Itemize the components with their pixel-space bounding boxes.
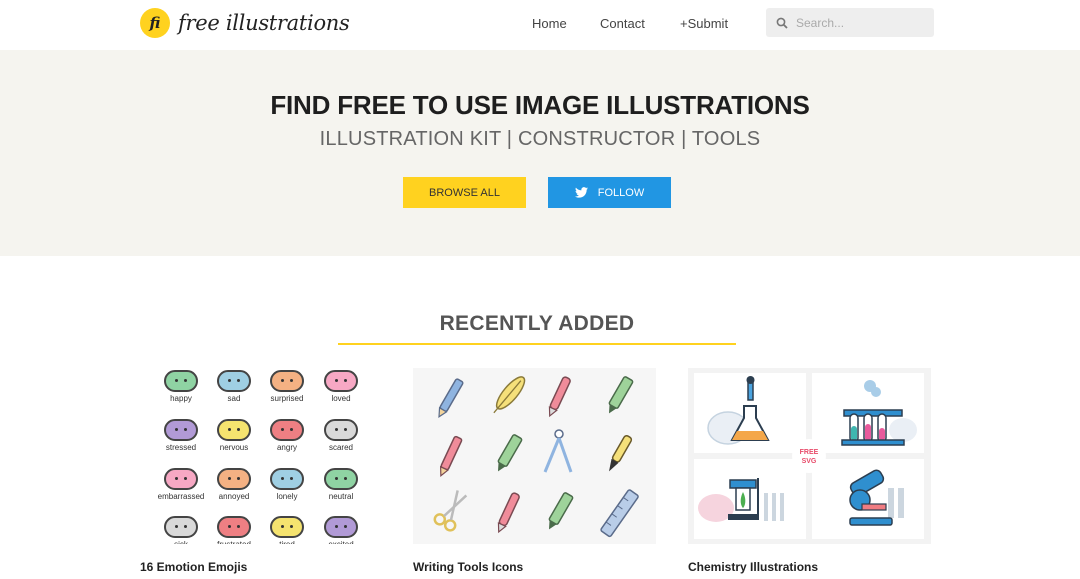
emoji-stressed: stressed bbox=[154, 419, 208, 452]
follow-label: FOLLOW bbox=[597, 186, 645, 199]
emoji-loved: loved bbox=[314, 370, 368, 403]
emoji-grid: happy sad surprised loved stressed nervous ang… bbox=[140, 368, 383, 544]
fountain-pen-icon bbox=[609, 435, 633, 472]
logo-text: free illustrations bbox=[178, 11, 350, 35]
hero-banner: FIND FREE TO USE IMAGE ILLUSTRATIONS ILL… bbox=[0, 50, 1080, 256]
emoji-face-icon bbox=[324, 516, 358, 538]
nav-contact-link[interactable]: Contact bbox=[600, 16, 645, 31]
emoji-label: excited bbox=[314, 540, 368, 544]
emoji-face-icon bbox=[324, 419, 358, 441]
emoji-label: stressed bbox=[165, 443, 197, 452]
hero-title: FIND FREE TO USE IMAGE ILLUSTRATIONS bbox=[270, 90, 810, 120]
svg-text:SVG: SVG bbox=[802, 458, 817, 465]
emoji-label: neutral bbox=[328, 492, 354, 501]
compass-icon bbox=[543, 429, 573, 473]
card-thumbnail[interactable]: FREE SVG bbox=[688, 368, 931, 544]
emoji-face-icon bbox=[270, 468, 304, 490]
feather-quill-icon bbox=[493, 376, 526, 414]
emoji-angry: angry bbox=[260, 419, 314, 452]
emoji-label: annoyed bbox=[218, 492, 250, 501]
writing-tools-illustration bbox=[433, 376, 639, 538]
logo-badge-icon: fi bbox=[140, 8, 170, 38]
emoji-label: embarrassed bbox=[157, 492, 205, 501]
emoji-face-icon bbox=[164, 468, 198, 490]
free-svg-badge: FREE SVG bbox=[792, 439, 826, 473]
emoji-face-icon bbox=[217, 370, 251, 392]
emoji-face-icon bbox=[217, 419, 251, 441]
emoji-nervous: nervous bbox=[207, 419, 261, 452]
emoji-happy: happy bbox=[154, 370, 208, 403]
emoji-frustrated: frustrated bbox=[207, 516, 261, 544]
card-writing-tools[interactable]: Writing Tools Icons bbox=[413, 368, 656, 574]
browse-all-label: BROWSE ALL bbox=[429, 186, 500, 199]
emoji-neutral: neutral bbox=[314, 468, 368, 501]
emoji-face-icon bbox=[270, 419, 304, 441]
chemistry-illustration: FREE SVG bbox=[694, 373, 924, 539]
card-emotion-emojis[interactable]: happy sad surprised loved stressed nervous ang… bbox=[140, 368, 383, 574]
follow-button[interactable]: FOLLOW bbox=[548, 177, 671, 208]
emoji-face-icon bbox=[217, 516, 251, 538]
card-thumbnail[interactable]: happy sad surprised loved stressed nervous ang… bbox=[140, 368, 383, 544]
emoji-label: lonely bbox=[276, 492, 298, 501]
emoji-face-icon bbox=[164, 516, 198, 538]
emoji-sick: sick bbox=[154, 516, 208, 544]
emoji-label: happy bbox=[170, 394, 192, 403]
emoji-scared: scared bbox=[314, 419, 368, 452]
emoji-face-icon bbox=[270, 370, 304, 392]
search-input[interactable] bbox=[796, 15, 916, 30]
emoji-embarrassed: embarrassed bbox=[154, 468, 208, 501]
pen-icon bbox=[497, 492, 520, 534]
emoji-face-icon bbox=[270, 516, 304, 538]
pencil-icon bbox=[439, 435, 463, 477]
card-title[interactable]: 16 Emotion Emojis bbox=[140, 560, 383, 574]
emoji-label: nervous bbox=[219, 443, 249, 452]
emoji-face-icon bbox=[324, 370, 358, 392]
free-svg-badge-text: FREE bbox=[800, 449, 819, 456]
card-title[interactable]: Chemistry Illustrations bbox=[688, 560, 931, 574]
pen-icon bbox=[548, 376, 571, 418]
emoji-face-icon bbox=[217, 468, 251, 490]
site-logo[interactable]: fi free illustrations bbox=[140, 8, 350, 38]
heading-underline bbox=[338, 343, 736, 345]
ruler-icon bbox=[600, 489, 639, 538]
card-thumbnail[interactable] bbox=[413, 368, 656, 544]
marker-icon bbox=[548, 492, 574, 530]
search-box[interactable] bbox=[766, 8, 934, 37]
emoji-annoyed: annoyed bbox=[207, 468, 261, 501]
emoji-label: surprised bbox=[270, 394, 304, 403]
browse-all-button[interactable]: BROWSE ALL bbox=[403, 177, 526, 208]
card-chemistry[interactable]: FREE SVG Chemistry Illustrations bbox=[688, 368, 931, 574]
emoji-label: tired bbox=[260, 540, 314, 544]
emoji-face-icon bbox=[164, 419, 198, 441]
card-title[interactable]: Writing Tools Icons bbox=[413, 560, 656, 574]
hero-subtitle: ILLUSTRATION KIT | CONSTRUCTOR | TOOLS bbox=[319, 128, 761, 150]
scissors-icon bbox=[433, 490, 468, 532]
twitter-bird-icon bbox=[574, 187, 588, 198]
emoji-surprised: surprised bbox=[260, 370, 314, 403]
emoji-label: scared bbox=[328, 443, 353, 452]
pencil-icon bbox=[438, 378, 464, 418]
search-icon bbox=[776, 17, 788, 29]
emoji-tired: tired bbox=[260, 516, 314, 544]
marker-icon bbox=[497, 434, 523, 472]
emoji-lonely: lonely bbox=[260, 468, 314, 501]
emoji-label: angry bbox=[276, 443, 297, 452]
emoji-label: frustrated bbox=[207, 540, 261, 544]
emoji-face-icon bbox=[324, 468, 358, 490]
emoji-excited: excited bbox=[314, 516, 368, 544]
emoji-label: loved bbox=[331, 394, 351, 403]
nav-home-link[interactable]: Home bbox=[532, 16, 567, 31]
emoji-sad: sad bbox=[207, 370, 261, 403]
site-header: fi free illustrations Home Contact +Subm… bbox=[0, 0, 1080, 50]
emoji-label: sick bbox=[154, 540, 208, 544]
emoji-label: sad bbox=[227, 394, 241, 403]
emoji-face-icon bbox=[164, 370, 198, 392]
recently-added-heading: RECENTLY ADDED bbox=[439, 312, 635, 335]
nav-submit-link[interactable]: +Submit bbox=[680, 16, 728, 31]
marker-icon bbox=[608, 376, 634, 414]
